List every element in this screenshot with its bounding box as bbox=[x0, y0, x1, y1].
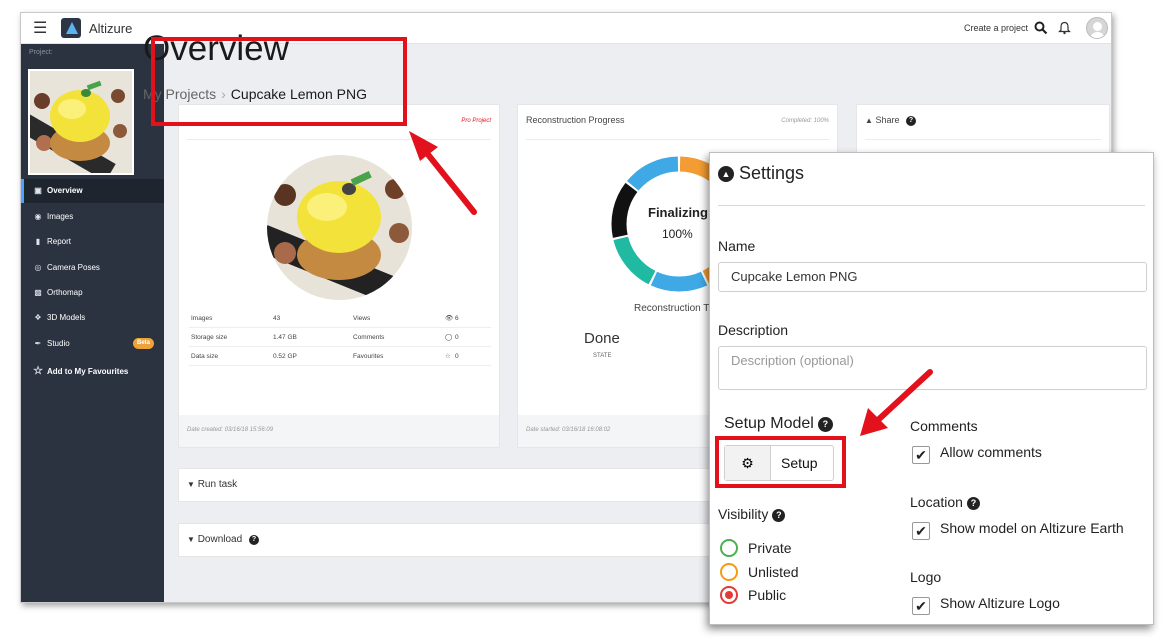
screenshot-stage: ☰ Altizure Create a project Project: ▣ O… bbox=[0, 0, 1171, 638]
red-arrow-icon bbox=[409, 131, 477, 215]
red-arrow-icon bbox=[860, 369, 933, 436]
annotation-arrows bbox=[409, 131, 933, 436]
